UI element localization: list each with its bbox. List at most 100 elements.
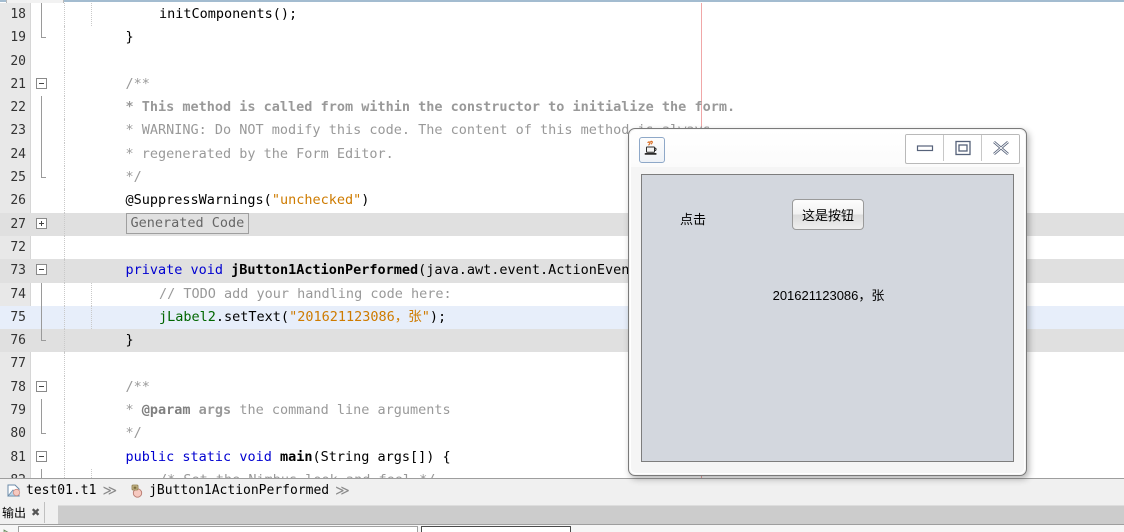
run-icon: [3, 526, 15, 532]
indent-guide: [64, 235, 65, 260]
minimize-icon[interactable]: [906, 135, 944, 161]
fold-collapse-icon[interactable]: [36, 380, 48, 393]
token: void: [239, 448, 280, 465]
output-panel: 输出 ✖: [0, 502, 1124, 532]
maximize-icon[interactable]: [944, 135, 982, 161]
close-icon[interactable]: [982, 135, 1019, 161]
token: }: [125, 332, 134, 349]
line-number: 19: [10, 30, 26, 46]
output-toolbar-strip: [58, 505, 1124, 524]
fold-guide: [41, 142, 42, 167]
action-button[interactable]: 这是按钮: [792, 199, 864, 230]
token: static: [182, 448, 240, 465]
file-icon: [6, 483, 22, 499]
tab-output[interactable]: 输出 ✖: [0, 502, 46, 523]
token: public: [125, 448, 183, 465]
fold-guide: [41, 26, 46, 39]
java-application-window[interactable]: 点击 这是按钮 201621123086，张: [628, 128, 1027, 476]
indent-guide: [64, 329, 65, 353]
line-number: 25: [10, 170, 26, 186]
indent-guide: [64, 352, 65, 376]
code-line[interactable]: 18 initComponents();: [0, 3, 1124, 27]
generated-code-fold[interactable]: Generated Code: [125, 212, 250, 234]
line-number: 24: [10, 146, 26, 162]
fold-expand-icon[interactable]: [36, 217, 48, 230]
java-cup-icon: [639, 137, 665, 163]
code-line[interactable]: 19}: [0, 26, 1124, 50]
token: private: [125, 262, 191, 279]
code-text: jLabel2.setText("201621123086，张");: [92, 306, 446, 329]
indent-guide: [64, 26, 65, 50]
fold-guide: [41, 96, 42, 120]
indent-guide: [64, 305, 65, 330]
line-number: 22: [10, 100, 26, 116]
fold-guide: [41, 329, 46, 342]
indent-guide: [64, 3, 65, 27]
code-line[interactable]: 20: [0, 49, 1124, 73]
token: "unchecked": [271, 192, 362, 209]
output-text-area[interactable]: [18, 526, 418, 532]
token: main: [279, 448, 313, 465]
line-number: 26: [10, 193, 26, 209]
method-icon: [129, 483, 145, 499]
line-number: 18: [10, 7, 26, 22]
code-text: */: [92, 166, 142, 189]
fold-guide: [41, 422, 46, 435]
window-controls[interactable]: [905, 134, 1020, 164]
code-text: * This method is called from within the …: [92, 96, 736, 119]
code-line[interactable]: 22 * This method is called from within t…: [0, 96, 1124, 120]
breadcrumb-item-file[interactable]: test01.t1: [26, 483, 96, 498]
fold-guide: [41, 119, 42, 143]
line-number: 21: [10, 76, 26, 92]
token: @param: [141, 402, 191, 419]
fold-guide: [41, 399, 42, 423]
line-number: 76: [10, 333, 26, 349]
indent-guide: [64, 445, 65, 469]
line-number: 77: [10, 356, 26, 372]
indent-guide: [64, 49, 65, 73]
fold-guide: [41, 282, 42, 306]
token: * regenerated by the Form Editor.: [125, 145, 394, 162]
code-text: /* Set the Nimbus look and feel */: [92, 469, 435, 478]
token: (java.awt.event.ActionEvent: [418, 262, 638, 279]
indent-guide: [64, 259, 65, 283]
token: // TODO add your handling code here:: [159, 285, 452, 302]
close-icon[interactable]: ✖: [31, 506, 40, 519]
code-text: // TODO add your handling code here:: [92, 283, 452, 306]
token: }: [125, 29, 134, 46]
output-secondary-field[interactable]: [421, 526, 571, 532]
fold-collapse-icon[interactable]: [36, 77, 48, 90]
line-number: 20: [10, 53, 26, 69]
token: "201621123086，张": [289, 308, 430, 325]
code-line[interactable]: 21 /**: [0, 72, 1124, 97]
code-text: * regenerated by the Form Editor.: [92, 143, 394, 166]
indent-guide: [64, 119, 65, 143]
window-content-panel: 点击 这是按钮 201621123086，张: [641, 174, 1014, 462]
window-title-bar[interactable]: [631, 131, 1024, 167]
token: initComponents: [159, 6, 273, 22]
tab-output-label: 输出: [2, 506, 27, 520]
token: /**: [125, 378, 150, 395]
fold-guide: [41, 468, 42, 478]
token: void: [190, 262, 232, 279]
token: jLabel2: [159, 308, 216, 325]
breadcrumb-item-method[interactable]: jButton1ActionPerformed: [149, 483, 329, 498]
breadcrumb[interactable]: test01.t1 ≫ jButton1ActionPerformed ≫: [0, 478, 1124, 503]
token: * WARNING: Do NOT modify this code. The …: [125, 122, 662, 139]
code-text: * @param args the command line arguments: [92, 399, 451, 422]
line-number: 23: [10, 123, 26, 139]
fold-collapse-icon[interactable]: [36, 450, 48, 463]
token: the command line arguments: [231, 402, 451, 419]
indent-guide: [64, 212, 65, 236]
code-text: Generated Code: [92, 212, 250, 236]
line-number: 72: [10, 239, 26, 255]
indent-guide: [64, 72, 65, 97]
token: (: [263, 192, 272, 209]
code-text: /**: [92, 73, 150, 96]
fold-collapse-icon[interactable]: [36, 264, 48, 276]
line-number: 73: [10, 263, 26, 279]
label-result: 201621123086，张: [772, 288, 885, 303]
indent-guide: [64, 142, 65, 167]
token: *: [125, 402, 142, 419]
token: ();: [272, 6, 298, 22]
